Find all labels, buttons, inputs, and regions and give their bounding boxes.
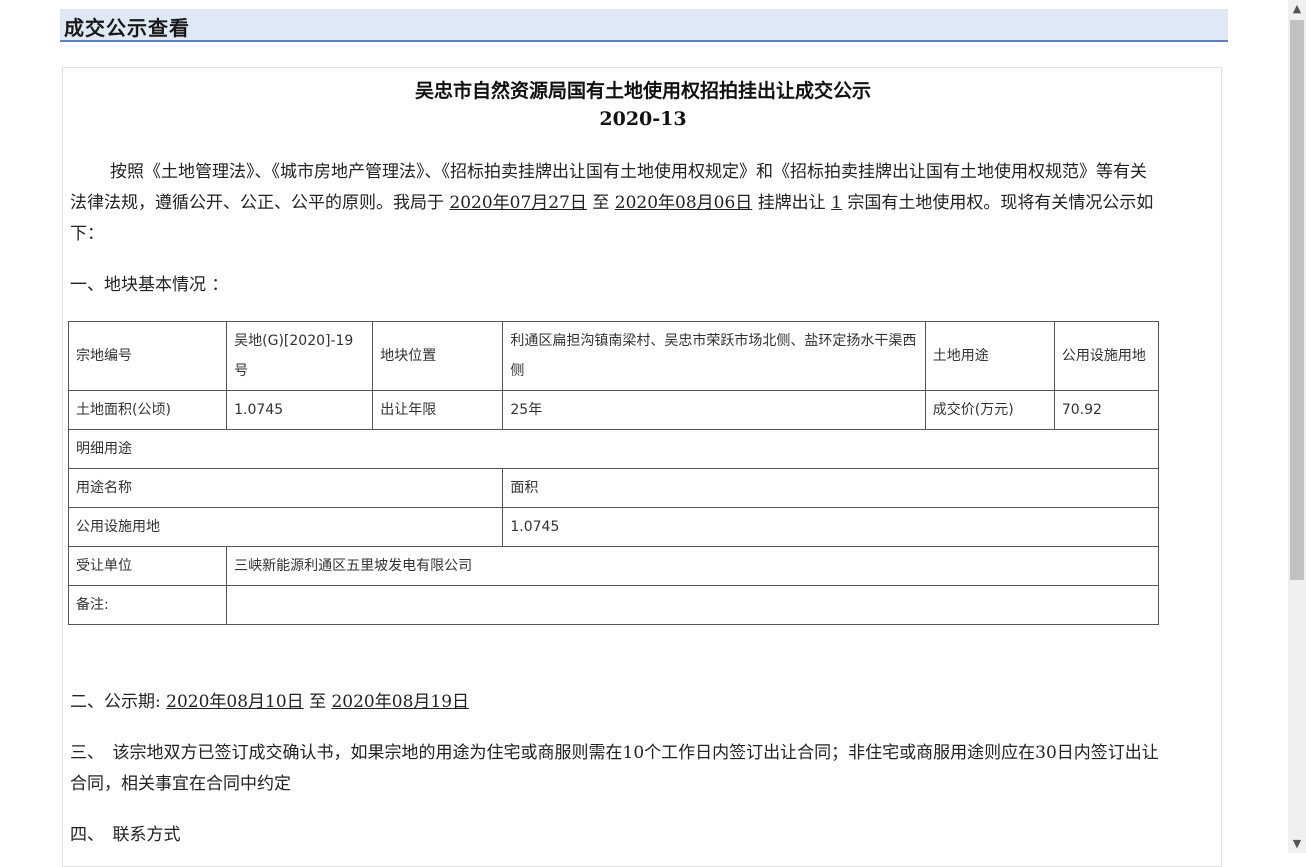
value-location: 利通区扁担沟镇南梁村、吴忠市荣跃市场北侧、盐环定扬水干渠西侧 xyxy=(502,321,926,391)
value-assignee: 三峡新能源利通区五里坡发电有限公司 xyxy=(226,546,1159,586)
detail-use-area: 1.0745 xyxy=(502,507,1159,547)
detail-col-area: 面积 xyxy=(502,468,1159,508)
value-term: 25年 xyxy=(502,390,926,430)
section-1-heading: 一、地块基本情况 ： xyxy=(70,275,229,295)
page-title: 成交公示查看 xyxy=(64,16,190,40)
label-land-use: 土地用途 xyxy=(924,321,1055,391)
document-number: 2020-13 xyxy=(599,108,687,130)
table-row: 用途名称 面积 xyxy=(67,468,1159,508)
table-row: 备注: xyxy=(67,585,1159,625)
section-3-paragraph: 三、 该宗地双方已签订成交确认书，如果宗地的用途为住宅或商服则需在10个工作日内… xyxy=(70,743,1159,794)
table-row: 公用设施用地 1.0745 xyxy=(67,507,1159,547)
section-2-publicity-period: 二、公示期: 2020年08月10日 至 2020年08月19日 xyxy=(70,692,470,712)
document-title: 吴忠市自然资源局国有土地使用权招拍挂出让成交公示 xyxy=(414,80,871,102)
label-assignee: 受让单位 xyxy=(67,546,228,586)
intro-paragraph: 按照《土地管理法》、《城市房地产管理法》、《招标拍卖挂牌出让国有土地使用权规定》… xyxy=(70,162,1154,244)
page-header: 成交公示查看 xyxy=(60,9,1228,42)
table-row: 土地面积(公顷) 1.0745 出让年限 25年 成交价(万元) 70.92 xyxy=(67,390,1160,430)
listing-start-date-link[interactable]: 2020年07月27日 xyxy=(449,193,587,213)
table-row: 受让单位 三峡新能源利通区五里坡发电有限公司 xyxy=(67,546,1159,586)
detail-use-header: 明细用途 xyxy=(68,429,1159,469)
value-land-use: 公用设施用地 xyxy=(1053,321,1160,391)
parcel-count: 1 xyxy=(831,193,842,213)
value-area: 1.0745 xyxy=(226,390,374,430)
detail-use-name: 公用设施用地 xyxy=(67,507,504,547)
listing-end-date-link[interactable]: 2020年08月06日 xyxy=(615,193,753,213)
vertical-scrollbar[interactable]: ▲ ▼ xyxy=(1288,0,1306,853)
label-parcel-code: 宗地编号 xyxy=(67,321,228,391)
table-row: 明细用途 xyxy=(68,429,1159,469)
scrollbar-thumb[interactable] xyxy=(1290,20,1304,580)
label-area: 土地面积(公顷) xyxy=(67,390,228,430)
publicity-end-date-link[interactable]: 2020年08月19日 xyxy=(331,692,469,712)
announcement-panel: 吴忠市自然资源局国有土地使用权招拍挂出让成交公示 2020-13 按照《土地管理… xyxy=(62,67,1222,867)
parcel-info-table: 宗地编号 吴地(G)[2020]-19号 地块位置 利通区扁担沟镇南梁村、吴忠市… xyxy=(67,321,1160,625)
label-term: 出让年限 xyxy=(372,390,504,430)
publicity-start-date-link[interactable]: 2020年08月10日 xyxy=(166,692,304,712)
detail-col-name: 用途名称 xyxy=(67,468,504,508)
label-remark: 备注: xyxy=(67,585,228,625)
value-price: 70.92 xyxy=(1053,390,1160,430)
label-price: 成交价(万元) xyxy=(924,390,1055,430)
table-row: 宗地编号 吴地(G)[2020]-19号 地块位置 利通区扁担沟镇南梁村、吴忠市… xyxy=(67,321,1160,391)
value-parcel-code: 吴地(G)[2020]-19号 xyxy=(226,321,374,391)
scroll-down-icon[interactable]: ▼ xyxy=(1288,835,1306,853)
section-4-heading: 四、 联系方式 xyxy=(70,825,181,845)
value-remark xyxy=(226,585,1159,625)
scroll-up-icon[interactable]: ▲ xyxy=(1288,0,1306,18)
label-location: 地块位置 xyxy=(372,321,504,391)
